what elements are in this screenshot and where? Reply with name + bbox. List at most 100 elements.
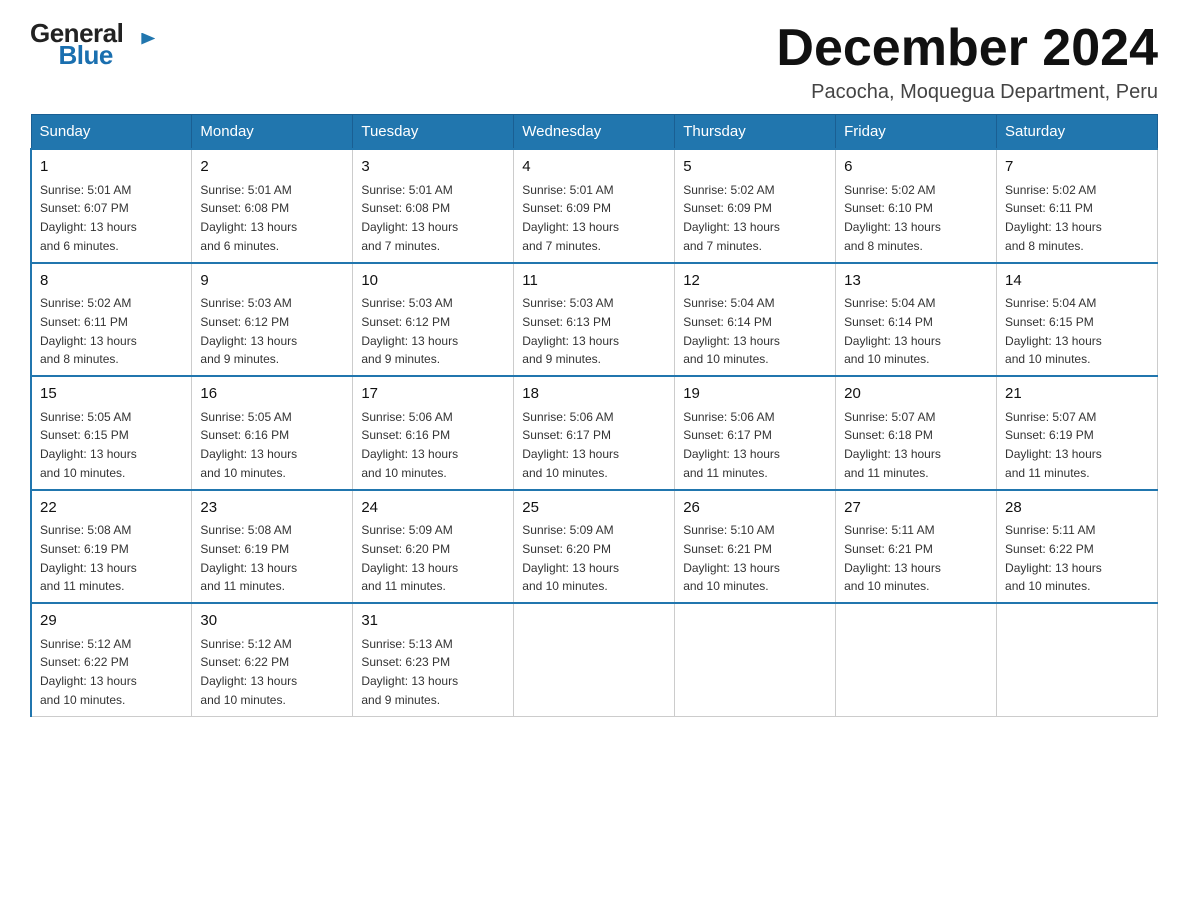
day-info: Sunrise: 5:09 AMSunset: 6:20 PMDaylight:… (361, 523, 458, 593)
calendar-cell: 8 Sunrise: 5:02 AMSunset: 6:11 PMDaylight… (31, 263, 192, 377)
calendar-cell: 19 Sunrise: 5:06 AMSunset: 6:17 PMDayligh… (675, 376, 836, 490)
day-number: 16 (200, 383, 344, 406)
title-block: December 2024 Pacocha, Moquegua Departme… (776, 20, 1158, 104)
calendar-cell: 26 Sunrise: 5:10 AMSunset: 6:21 PMDayligh… (675, 490, 836, 604)
day-info: Sunrise: 5:04 AMSunset: 6:15 PMDaylight:… (1005, 296, 1102, 366)
day-info: Sunrise: 5:07 AMSunset: 6:18 PMDaylight:… (844, 410, 941, 480)
day-number: 27 (844, 497, 988, 520)
day-info: Sunrise: 5:06 AMSunset: 6:16 PMDaylight:… (361, 410, 458, 480)
header-friday: Friday (836, 115, 997, 150)
calendar-cell: 9 Sunrise: 5:03 AMSunset: 6:12 PMDaylight… (192, 263, 353, 377)
day-number: 25 (522, 497, 666, 520)
day-info: Sunrise: 5:05 AMSunset: 6:15 PMDaylight:… (40, 410, 137, 480)
day-number: 19 (683, 383, 827, 406)
logo-icon: General Blue (30, 20, 141, 68)
day-number: 31 (361, 610, 505, 633)
day-number: 5 (683, 156, 827, 179)
header-wednesday: Wednesday (514, 115, 675, 150)
day-info: Sunrise: 5:06 AMSunset: 6:17 PMDaylight:… (522, 410, 619, 480)
calendar-cell: 21Sunrise: 5:07 AMSunset: 6:19 PMDayligh… (997, 376, 1158, 490)
page-header: General Blue December 2024 Pacocha, Moqu… (30, 20, 1158, 104)
calendar-cell: 24 Sunrise: 5:09 AMSunset: 6:20 PMDayligh… (353, 490, 514, 604)
day-info: Sunrise: 5:08 AMSunset: 6:19 PMDaylight:… (40, 523, 137, 593)
day-info: Sunrise: 5:02 AMSunset: 6:11 PMDaylight:… (1005, 183, 1102, 253)
calendar-cell: 10Sunrise: 5:03 AMSunset: 6:12 PMDayligh… (353, 263, 514, 377)
day-info: Sunrise: 5:03 AMSunset: 6:13 PMDaylight:… (522, 296, 619, 366)
calendar-cell: 23Sunrise: 5:08 AMSunset: 6:19 PMDayligh… (192, 490, 353, 604)
calendar-week-1: 1 Sunrise: 5:01 AMSunset: 6:07 PMDaylight… (31, 149, 1158, 263)
calendar-cell: 27 Sunrise: 5:11 AMSunset: 6:21 PMDayligh… (836, 490, 997, 604)
calendar-cell: 6 Sunrise: 5:02 AMSunset: 6:10 PMDaylight… (836, 149, 997, 263)
day-number: 15 (40, 383, 183, 406)
calendar-week-3: 15 Sunrise: 5:05 AMSunset: 6:15 PMDayligh… (31, 376, 1158, 490)
day-info: Sunrise: 5:10 AMSunset: 6:21 PMDaylight:… (683, 523, 780, 593)
header-row: SundayMondayTuesdayWednesdayThursdayFrid… (31, 115, 1158, 150)
day-number: 26 (683, 497, 827, 520)
day-number: 22 (40, 497, 183, 520)
day-number: 9 (200, 270, 344, 293)
day-info: Sunrise: 5:12 AMSunset: 6:22 PMDaylight:… (40, 637, 137, 707)
day-number: 2 (200, 156, 344, 179)
day-number: 3 (361, 156, 505, 179)
day-number: 21 (1005, 383, 1149, 406)
day-number: 24 (361, 497, 505, 520)
calendar-cell (514, 603, 675, 716)
day-number: 28 (1005, 497, 1149, 520)
calendar-week-2: 8 Sunrise: 5:02 AMSunset: 6:11 PMDaylight… (31, 263, 1158, 377)
day-number: 1 (40, 156, 183, 179)
calendar-cell: 16 Sunrise: 5:05 AMSunset: 6:16 PMDayligh… (192, 376, 353, 490)
header-thursday: Thursday (675, 115, 836, 150)
day-info: Sunrise: 5:01 AMSunset: 6:08 PMDaylight:… (200, 183, 297, 253)
calendar-cell: 31 Sunrise: 5:13 AMSunset: 6:23 PMDayligh… (353, 603, 514, 716)
calendar-cell: 29 Sunrise: 5:12 AMSunset: 6:22 PMDayligh… (31, 603, 192, 716)
calendar-cell: 28 Sunrise: 5:11 AMSunset: 6:22 PMDayligh… (997, 490, 1158, 604)
calendar-cell (997, 603, 1158, 716)
calendar-subtitle: Pacocha, Moquegua Department, Peru (776, 81, 1158, 104)
day-info: Sunrise: 5:01 AMSunset: 6:07 PMDaylight:… (40, 183, 137, 253)
calendar-week-5: 29 Sunrise: 5:12 AMSunset: 6:22 PMDayligh… (31, 603, 1158, 716)
day-info: Sunrise: 5:03 AMSunset: 6:12 PMDaylight:… (200, 296, 297, 366)
calendar-cell: 4Sunrise: 5:01 AMSunset: 6:09 PMDaylight… (514, 149, 675, 263)
day-info: Sunrise: 5:05 AMSunset: 6:16 PMDaylight:… (200, 410, 297, 480)
calendar-table: SundayMondayTuesdayWednesdayThursdayFrid… (30, 114, 1158, 717)
header-saturday: Saturday (997, 115, 1158, 150)
calendar-cell: 1 Sunrise: 5:01 AMSunset: 6:07 PMDaylight… (31, 149, 192, 263)
day-number: 20 (844, 383, 988, 406)
calendar-cell: 22 Sunrise: 5:08 AMSunset: 6:19 PMDayligh… (31, 490, 192, 604)
day-info: Sunrise: 5:13 AMSunset: 6:23 PMDaylight:… (361, 637, 458, 707)
day-number: 6 (844, 156, 988, 179)
day-info: Sunrise: 5:04 AMSunset: 6:14 PMDaylight:… (683, 296, 780, 366)
calendar-week-4: 22 Sunrise: 5:08 AMSunset: 6:19 PMDayligh… (31, 490, 1158, 604)
day-number: 30 (200, 610, 344, 633)
day-number: 10 (361, 270, 505, 293)
calendar-cell: 12Sunrise: 5:04 AMSunset: 6:14 PMDayligh… (675, 263, 836, 377)
header-sunday: Sunday (31, 115, 192, 150)
calendar-cell: 30 Sunrise: 5:12 AMSunset: 6:22 PMDayligh… (192, 603, 353, 716)
calendar-cell: 14 Sunrise: 5:04 AMSunset: 6:15 PMDayligh… (997, 263, 1158, 377)
day-number: 14 (1005, 270, 1149, 293)
day-info: Sunrise: 5:08 AMSunset: 6:19 PMDaylight:… (200, 523, 297, 593)
calendar-cell (675, 603, 836, 716)
day-info: Sunrise: 5:11 AMSunset: 6:21 PMDaylight:… (844, 523, 941, 593)
calendar-cell (836, 603, 997, 716)
header-monday: Monday (192, 115, 353, 150)
day-number: 11 (522, 270, 666, 293)
day-number: 18 (522, 383, 666, 406)
day-info: Sunrise: 5:02 AMSunset: 6:10 PMDaylight:… (844, 183, 941, 253)
day-number: 29 (40, 610, 183, 633)
day-info: Sunrise: 5:09 AMSunset: 6:20 PMDaylight:… (522, 523, 619, 593)
calendar-cell: 3 Sunrise: 5:01 AMSunset: 6:08 PMDaylight… (353, 149, 514, 263)
day-info: Sunrise: 5:02 AMSunset: 6:11 PMDaylight:… (40, 296, 137, 366)
calendar-cell: 25 Sunrise: 5:09 AMSunset: 6:20 PMDayligh… (514, 490, 675, 604)
calendar-cell: 18 Sunrise: 5:06 AMSunset: 6:17 PMDayligh… (514, 376, 675, 490)
day-info: Sunrise: 5:11 AMSunset: 6:22 PMDaylight:… (1005, 523, 1102, 593)
calendar-cell: 7Sunrise: 5:02 AMSunset: 6:11 PMDaylight… (997, 149, 1158, 263)
calendar-cell: 15 Sunrise: 5:05 AMSunset: 6:15 PMDayligh… (31, 376, 192, 490)
day-number: 8 (40, 270, 183, 293)
day-info: Sunrise: 5:06 AMSunset: 6:17 PMDaylight:… (683, 410, 780, 480)
day-info: Sunrise: 5:01 AMSunset: 6:09 PMDaylight:… (522, 183, 619, 253)
calendar-cell: 20 Sunrise: 5:07 AMSunset: 6:18 PMDayligh… (836, 376, 997, 490)
day-info: Sunrise: 5:02 AMSunset: 6:09 PMDaylight:… (683, 183, 780, 253)
day-info: Sunrise: 5:12 AMSunset: 6:22 PMDaylight:… (200, 637, 297, 707)
day-info: Sunrise: 5:01 AMSunset: 6:08 PMDaylight:… (361, 183, 458, 253)
